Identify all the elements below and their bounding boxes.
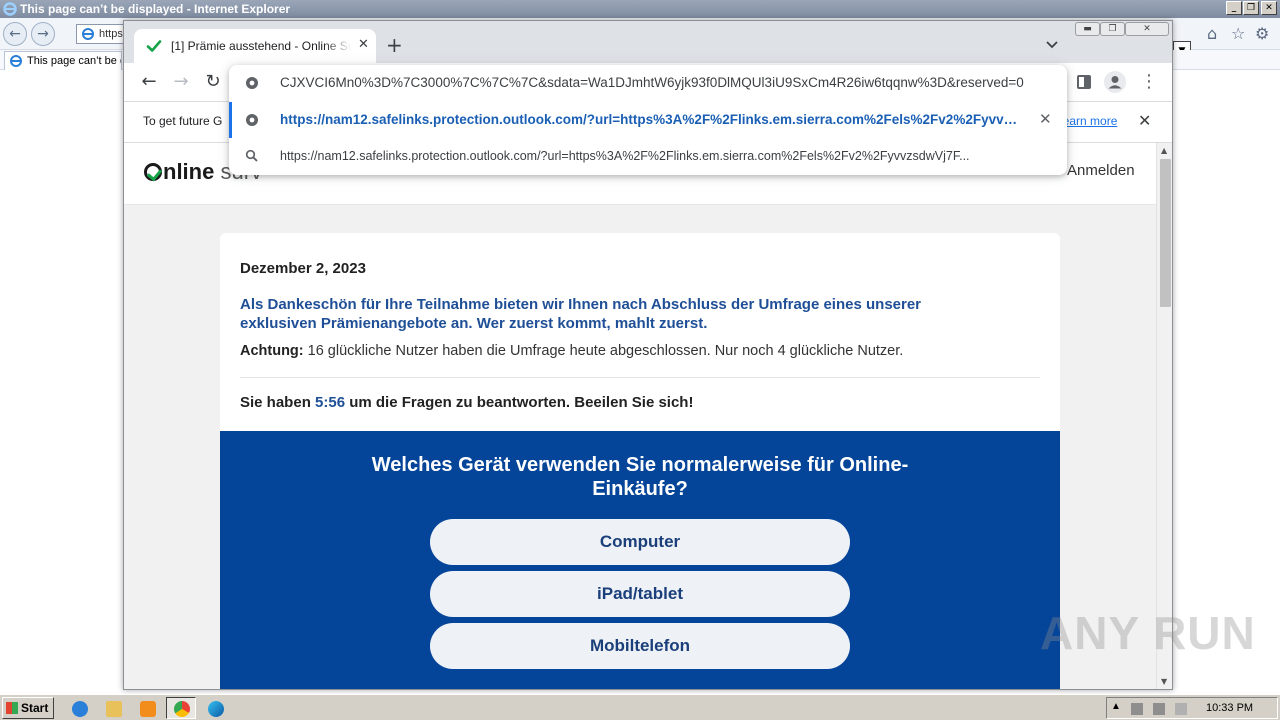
system-tray: ▲ 10:33 PM [1106, 697, 1278, 719]
search-icon [245, 149, 258, 162]
tray-network-icon[interactable] [1153, 703, 1165, 715]
windows-flag-icon [6, 702, 18, 714]
countdown-timer: 5:56 [315, 394, 346, 411]
taskbar-edge-icon[interactable] [200, 697, 230, 719]
chrome-close-button[interactable]: ✕ [1125, 22, 1169, 36]
chevron-down-icon[interactable] [1045, 37, 1059, 51]
ie-close-button[interactable]: ✕ [1261, 1, 1277, 15]
login-link[interactable]: Anmelden [1067, 162, 1135, 179]
divider [240, 377, 1040, 378]
forward-arrow-icon[interactable]: → [171, 72, 191, 92]
survey-card: Dezember 2, 2023 Als Dankeschön für Ihre… [220, 233, 1060, 689]
question-panel: Welches Gerät verwenden Sie normalerweis… [220, 431, 1060, 689]
ie-tab-icon [10, 55, 22, 67]
ie-forward-icon[interactable]: → [31, 22, 55, 46]
omnibox-suggestion-search[interactable]: https://nam12.safelinks.protection.outlo… [229, 138, 1067, 174]
chrome-window: ▬ ❐ ✕ [1] Prämie ausstehend - Online Sur… [123, 20, 1173, 690]
answer-mobile-button[interactable]: Mobiltelefon [430, 623, 850, 669]
browser-tab-active[interactable]: [1] Prämie ausstehend - Online Survey ✕ [134, 29, 376, 63]
countdown-message: Sie haben 5:56 um die Fragen zu beantwor… [240, 394, 694, 411]
side-panel-icon[interactable] [1077, 75, 1091, 89]
favorites-star-icon[interactable]: ☆ [1231, 24, 1245, 43]
ie-title-bar: This page can’t be displayed - Internet … [0, 0, 1280, 18]
suggestion-url: https://nam12.safelinks.protection.outlo… [280, 112, 1020, 127]
tab-close-icon[interactable]: ✕ [358, 37, 369, 52]
answer-computer-button[interactable]: Computer [430, 519, 850, 565]
taskbar-explorer-icon[interactable] [98, 697, 128, 719]
logo-check-icon [144, 163, 162, 181]
chrome-minimize-button[interactable]: ▬ [1075, 22, 1100, 36]
taskbar-media-player-icon[interactable] [132, 697, 162, 719]
new-tab-icon[interactable]: + [386, 35, 403, 55]
survey-question: Welches Gerät verwenden Sie normalerweis… [371, 454, 909, 500]
ie-minimize-button[interactable]: _ [1226, 1, 1242, 15]
search-suggestion-text: https://nam12.safelinks.protection.outlo… [280, 149, 970, 163]
back-arrow-icon[interactable]: ← [139, 72, 159, 92]
start-button[interactable]: Start [2, 697, 54, 719]
omnibox-suggestion-selected[interactable]: https://nam12.safelinks.protection.outlo… [229, 102, 1067, 138]
ie-back-icon[interactable]: ← [3, 22, 27, 46]
globe-icon [246, 77, 258, 89]
tab-title: [1] Prämie ausstehend - Online Survey [171, 39, 351, 53]
ie-tab[interactable]: This page can’t be d [4, 51, 122, 70]
tray-app-icon[interactable] [1131, 703, 1143, 715]
omnibox-input[interactable]: CJXVCI6Mn0%3D%7C3000%7C%7C%7C&sdata=Wa1D… [229, 65, 1067, 101]
tray-flag-icon[interactable] [1175, 703, 1187, 715]
home-icon[interactable]: ⌂ [1207, 24, 1217, 43]
omnibox-dropdown: CJXVCI6Mn0%3D%7C3000%7C%7C%7C&sdata=Wa1D… [229, 65, 1067, 175]
tray-clock: 10:33 PM [1206, 702, 1254, 714]
attention-notice: Achtung: 16 glückliche Nutzer haben die … [240, 343, 904, 359]
infobar-text: To get future G [143, 114, 223, 128]
gear-icon[interactable]: ⚙ [1255, 24, 1269, 43]
tray-expand-icon[interactable]: ▲ [1111, 701, 1123, 713]
taskbar-ie-icon[interactable] [64, 697, 94, 719]
survey-date: Dezember 2, 2023 [240, 260, 366, 277]
ie-page-icon [82, 28, 94, 40]
reload-icon[interactable]: ↻ [203, 72, 223, 92]
anyrun-watermark: ANY RUN [1040, 607, 1256, 659]
scroll-down-icon[interactable]: ▼ [1161, 677, 1167, 686]
taskbar-chrome-icon[interactable] [166, 697, 196, 719]
thanks-message: Als Dankeschön für Ihre Teilnahme bieten… [240, 296, 922, 332]
profile-avatar-icon[interactable] [1104, 71, 1126, 93]
ie-window-title: This page can’t be displayed - Internet … [20, 2, 291, 16]
ie-maximize-button[interactable]: ❐ [1243, 1, 1259, 15]
chrome-restore-button[interactable]: ❐ [1100, 22, 1125, 36]
ie-logo-icon [3, 2, 17, 16]
windows-taskbar: Start ▲ 10:33 PM [0, 694, 1280, 720]
scrollbar-thumb[interactable] [1160, 159, 1171, 307]
infobar-close-icon[interactable]: ✕ [1138, 111, 1151, 130]
scroll-up-icon[interactable]: ▲ [1161, 146, 1167, 155]
ie-address-input[interactable]: https [76, 24, 128, 44]
more-options-icon[interactable]: ⋮ [1140, 71, 1158, 92]
answer-tablet-button[interactable]: iPad/tablet [430, 571, 850, 617]
checkmark-icon [146, 40, 162, 52]
remove-suggestion-icon[interactable]: ✕ [1039, 110, 1052, 128]
page-viewport: nline surv Anmelden Dezember 2, 2023 Als… [124, 143, 1172, 689]
globe-icon [246, 114, 258, 126]
